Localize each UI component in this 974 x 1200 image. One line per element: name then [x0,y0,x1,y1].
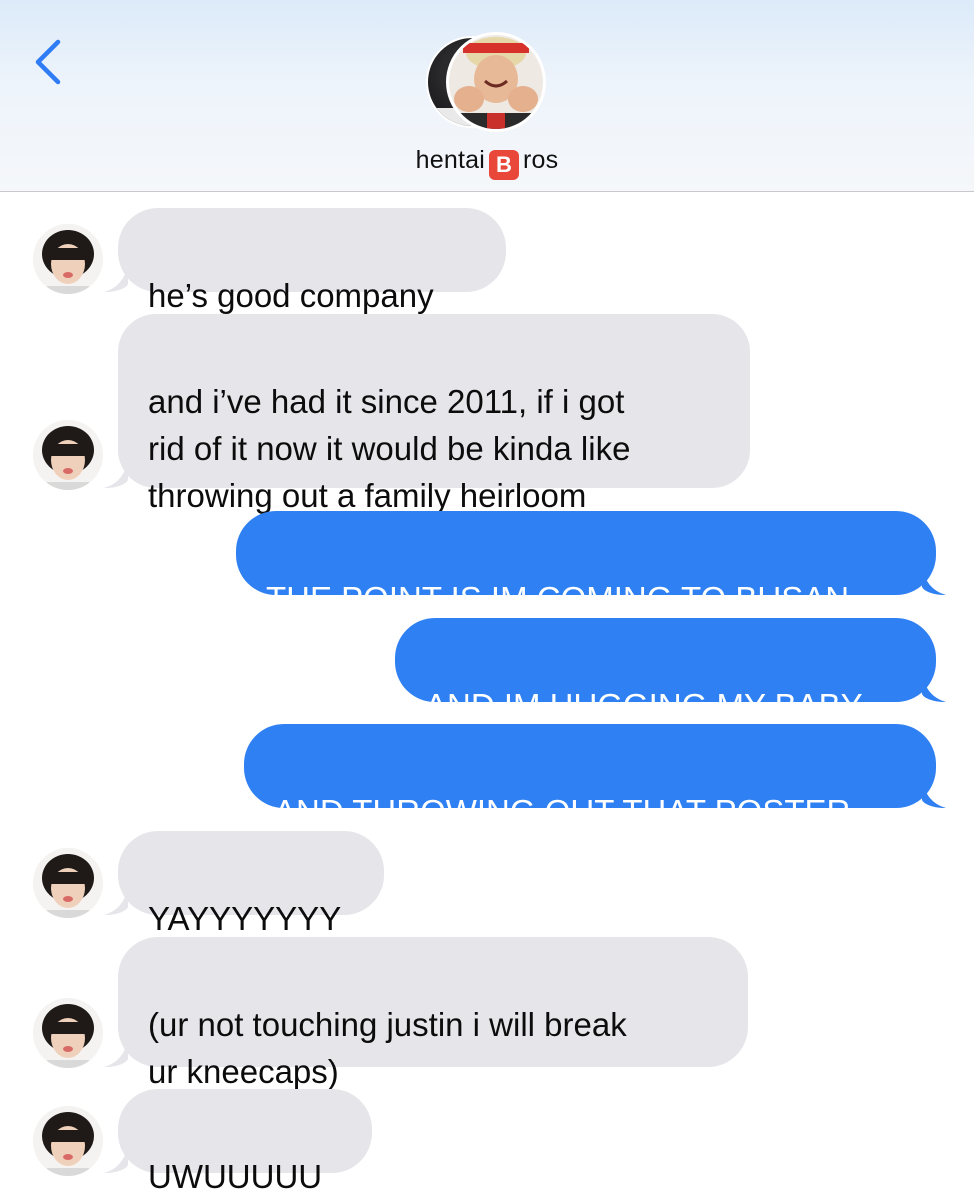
sender-avatar[interactable] [33,1106,103,1176]
group-name-suffix: ros [522,146,559,174]
messages-screen: hentai Bros he’s good company and i’ve ha… [0,0,974,1200]
message-text: (ur not touching justin i will break ur … [148,1006,627,1090]
bubble-tail-icon [922,672,946,702]
bubble-tail-icon [922,565,946,595]
member-avatar-front [446,32,546,132]
group-name-prefix: hentai [415,146,485,174]
group-avatar[interactable] [426,32,550,132]
sender-avatar[interactable] [33,848,103,918]
sender-avatar[interactable] [33,224,103,294]
bubble-tail-icon [922,778,946,808]
message-bubble[interactable]: AND THROWING OUT THAT POSTER [244,724,936,830]
bubble-tail-icon [104,458,128,488]
back-button[interactable] [28,34,76,90]
message-text: AND IM HUGGING MY BABY [425,687,863,724]
message-bubble[interactable]: AND IM HUGGING MY BABY [395,618,936,724]
conversation-header: hentai Bros [0,0,974,192]
b-button-emoji-icon: B [488,150,519,180]
group-name[interactable]: hentai Bros [0,146,974,180]
bubble-tail-icon [104,262,128,292]
message-text: he’s good company [148,277,434,314]
bubble-tail-icon [104,885,128,915]
message-bubble[interactable]: UWUUUUU [118,1089,372,1195]
message-bubble[interactable]: YAYYYYYYY [118,831,384,937]
sender-avatar[interactable] [33,998,103,1068]
message-text: UWUUUUU [148,1158,323,1195]
message-text: YAYYYYYYY [148,900,342,937]
chevron-left-icon [35,39,61,85]
message-text: AND THROWING OUT THAT POSTER [274,793,851,830]
message-bubble[interactable]: and i’ve had it since 2011, if i got rid… [118,314,750,514]
message-bubble[interactable]: THE POINT IS IM COMING TO BUSAN [236,511,936,617]
message-bubble[interactable]: (ur not touching justin i will break ur … [118,937,748,1090]
bubble-tail-icon [104,1143,128,1173]
message-text: THE POINT IS IM COMING TO BUSAN [266,580,850,617]
message-text: and i’ve had it since 2011, if i got rid… [148,383,631,514]
message-bubble[interactable]: he’s good company [118,208,506,314]
sender-avatar[interactable] [33,420,103,490]
bubble-tail-icon [104,1037,128,1067]
